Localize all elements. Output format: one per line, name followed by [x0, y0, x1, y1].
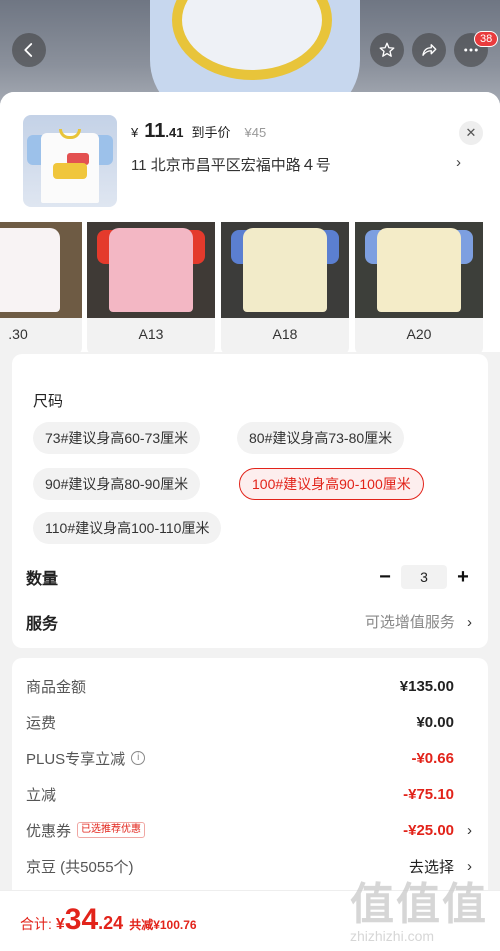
- quantity-label: 数量: [26, 571, 59, 588]
- share-icon: [422, 44, 437, 56]
- star-icon: [379, 42, 395, 57]
- summary-row-plus: PLUS专享立减 i -¥0.66: [26, 746, 472, 770]
- price-summary: 商品金额 ¥135.00 运费 ¥0.00 PLUS专享立减 i -¥0.66 …: [12, 658, 488, 903]
- increment-button[interactable]: +: [455, 566, 471, 589]
- favorite-button[interactable]: [370, 33, 404, 67]
- variant-image: [221, 222, 349, 318]
- instant-label: 立减: [26, 786, 57, 804]
- back-button[interactable]: [12, 33, 46, 67]
- goods-value: ¥135.00: [399, 677, 454, 695]
- total-decimal: .24: [98, 913, 124, 933]
- total-currency: ¥: [55, 916, 65, 933]
- summary-row-coupon[interactable]: 优惠券 已选推荐优惠 -¥25.00 ›: [26, 818, 472, 842]
- shipping-value: ¥0.00: [416, 713, 454, 731]
- sku-selection-sheet: ¥ 11 .41 到手价 ¥45 11 北京市昌平区宏福中路４号 › ✕ .30: [0, 92, 500, 951]
- total-discount: 共减¥100.76: [129, 918, 197, 932]
- watermark-logo: 值值值: [350, 879, 488, 930]
- quantity-stepper: − 3 +: [377, 565, 471, 589]
- size-option[interactable]: 80#建议身高73-80厘米: [237, 422, 405, 454]
- sheet-header: ¥ 11 .41 到手价 ¥45 11 北京市昌平区宏福中路４号 › ✕: [0, 92, 500, 222]
- quantity-input[interactable]: 3: [401, 565, 447, 589]
- chevron-right-icon: ›: [467, 614, 472, 631]
- total-integer: 34: [64, 903, 99, 936]
- original-price: ¥45: [244, 125, 267, 140]
- shipping-label: 运费: [26, 714, 57, 732]
- summary-row-instant: 立减 -¥75.10: [26, 782, 472, 806]
- price-decimal: .41: [165, 125, 184, 140]
- options-panel: 尺码 73#建议身高60-73厘米 80#建议身高73-80厘米 90#建议身高…: [12, 354, 488, 648]
- total-label: 合计:: [20, 916, 52, 932]
- variant-card[interactable]: A13: [87, 222, 215, 352]
- close-button[interactable]: ✕: [459, 121, 483, 145]
- product-thumbnail[interactable]: [23, 115, 117, 207]
- variant-list[interactable]: .30 A13 A18 A20: [0, 222, 500, 352]
- delivery-address[interactable]: 11 北京市昌平区宏福中路４号 ›: [131, 154, 461, 175]
- summary-row-shipping: 运费 ¥0.00: [26, 710, 472, 734]
- goods-label: 商品金额: [26, 678, 87, 696]
- variant-card[interactable]: .30: [0, 222, 82, 352]
- coupon-value: -¥25.00: [403, 821, 454, 839]
- variant-image: [87, 222, 215, 318]
- coupon-label: 优惠券: [26, 822, 72, 840]
- chevron-left-icon: [24, 43, 33, 57]
- chevron-right-icon: ›: [467, 821, 472, 839]
- variant-image: [355, 222, 483, 318]
- size-option[interactable]: 73#建议身高60-73厘米: [33, 422, 201, 454]
- variant-image: [0, 222, 82, 318]
- chevron-right-icon: ›: [456, 154, 461, 171]
- variant-label: A13: [138, 326, 164, 342]
- variant-card[interactable]: A20: [355, 222, 483, 352]
- price-row: ¥ 11 .41 到手价 ¥45: [131, 120, 266, 143]
- watermark: 值值值 zhizhizhi.com: [350, 868, 500, 951]
- variant-card[interactable]: A18: [221, 222, 349, 352]
- info-icon[interactable]: i: [131, 751, 146, 765]
- beans-label: 京豆 (共5055个): [26, 858, 134, 876]
- total-price: 合计: ¥ 34 .24 共减¥100.76: [20, 903, 197, 937]
- price-currency: ¥: [131, 125, 139, 140]
- size-section-title: 尺码: [33, 393, 64, 410]
- service-label: 服务: [26, 616, 59, 633]
- variant-label: .30: [8, 326, 28, 342]
- size-option-selected[interactable]: 100#建议身高90-100厘米: [239, 468, 424, 500]
- close-icon: ✕: [465, 125, 477, 140]
- service-selector[interactable]: 可选增值服务 ›: [365, 611, 472, 632]
- variant-label: A20: [406, 326, 432, 342]
- plus-value: -¥0.66: [411, 749, 454, 767]
- decrement-button[interactable]: −: [377, 566, 393, 589]
- summary-row-goods: 商品金额 ¥135.00: [26, 674, 472, 698]
- price-tag: 到手价: [191, 125, 231, 140]
- address-text: 11 北京市昌平区宏福中路４号: [131, 157, 331, 174]
- size-option[interactable]: 90#建议身高80-90厘米: [33, 468, 201, 500]
- share-button[interactable]: [412, 33, 446, 67]
- message-count-badge: 38: [474, 31, 499, 47]
- coupon-tag: 已选推荐优惠: [77, 822, 146, 838]
- plus-label: PLUS专享立减: [26, 750, 126, 768]
- size-option[interactable]: 110#建议身高100-110厘米: [33, 512, 222, 544]
- price-integer: 11: [144, 120, 166, 142]
- instant-value: -¥75.10: [403, 785, 454, 803]
- variant-label: A18: [272, 326, 298, 342]
- service-value: 可选增值服务: [364, 614, 455, 631]
